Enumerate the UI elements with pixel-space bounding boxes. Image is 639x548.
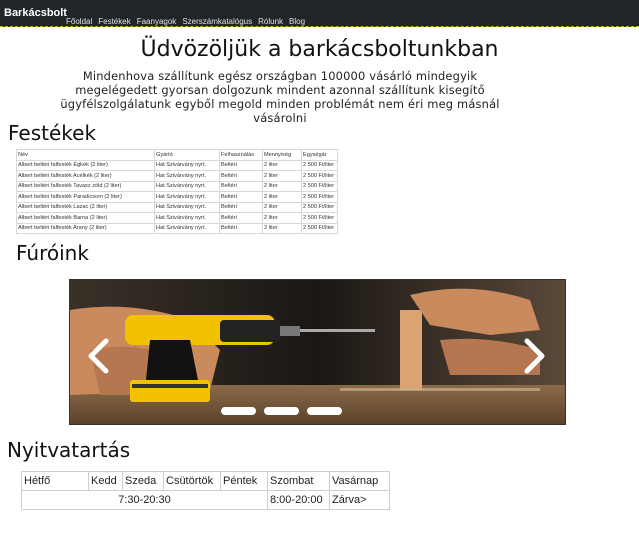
nav-link-rolunk[interactable]: Rólunk [258,17,283,26]
table-cell: Beltéri [219,222,263,234]
table-cell: 2 liter [262,201,302,213]
navbar: Barkácsbolt Főoldal Festékek Faanyagok S… [0,0,639,27]
table-cell: Hat Szivárvány nyrt. [154,191,220,203]
table-cell: 2 liter [262,212,302,224]
table-cell: Beltéri [219,191,263,203]
weekday-hours: 7:30-20:30 [21,490,268,510]
nav-link-fooldal[interactable]: Főoldal [66,17,92,26]
day-header: Vasárnap [329,471,390,491]
table-row: Albert beltéri falfesték Paradicsom (2 l… [16,191,338,203]
chevron-right-icon [524,338,545,374]
nav-link-blog[interactable]: Blog [289,17,305,26]
drill-carousel [69,279,566,425]
table-cell: 2 500 Ft/liter [301,201,338,213]
table-cell: Hat Szivárvány nyrt. [154,222,220,234]
table-cell: Albert beltéri falfesték Arany (2 liter) [16,222,155,234]
carousel-indicator-2[interactable] [264,407,299,415]
table-cell: 2 500 Ft/liter [301,212,338,224]
day-header: Hétfő [21,471,89,491]
day-header: Csütörtök [163,471,221,491]
column-header: Felhasználás [219,149,263,161]
table-row: Albert beltéri falfesték Égkék (2 liter)… [16,159,338,171]
carousel-indicator-1[interactable] [221,407,256,415]
table-cell: 2 liter [262,222,302,234]
table-row: Albert beltéri falfesték Tavasz zöld (2 … [16,180,338,192]
drills-heading: Fúróink [16,241,89,265]
hours-table: Hétfő Kedd Szeda Csütörtök Péntek Szomba… [21,471,390,510]
table-cell: Albert beltéri falfesték Barna (2 liter) [16,212,155,224]
nav-link-faanyagok[interactable]: Faanyagok [137,17,177,26]
paints-heading: Festékek [8,121,97,145]
saturday-hours: 8:00-20:00 [267,490,330,510]
table-cell: Beltéri [219,201,263,213]
table-cell: 2 liter [262,180,302,192]
page-title: Üdvözöljük a barkácsboltunkban [140,37,499,62]
table-cell: Hat Szivárvány nyrt. [154,180,220,192]
table-cell: 2 500 Ft/liter [301,170,338,182]
day-header: Szombat [267,471,330,491]
day-header: Péntek [220,471,268,491]
table-cell: Albert beltéri falfesték Égkék (2 liter) [16,159,155,171]
chevron-left-icon [88,338,109,374]
brand-link[interactable]: Barkácsbolt [4,7,67,19]
column-header: Mennyiség [262,149,302,161]
table-cell: 2 500 Ft/liter [301,180,338,192]
nav-link-festekek[interactable]: Festékek [98,17,130,26]
nav-link-szerszamkatalogus[interactable]: Szerszámkatalógus [182,17,252,26]
carousel-indicator-3[interactable] [307,407,342,415]
day-header: Kedd [88,471,123,491]
table-cell: 2 liter [262,159,302,171]
nav-links: Főoldal Festékek Faanyagok Szerszámkatal… [66,9,305,28]
carousel-prev-button[interactable] [86,338,110,374]
table-cell: Hat Szivárvány nyrt. [154,212,220,224]
table-cell: Beltéri [219,180,263,192]
table-row: Albert beltéri falfesték Arany (2 liter)… [16,222,338,234]
table-header-row: Név Gyártó Felhasználás Mennyiség Egység… [16,149,338,161]
column-header: Egységár [301,149,338,161]
carousel-indicators [221,407,342,415]
day-header: Szeda [122,471,164,491]
paints-table: Név Gyártó Felhasználás Mennyiség Egység… [16,149,338,234]
table-cell: 2 liter [262,191,302,203]
hours-heading: Nyitvatartás [7,438,131,462]
table-cell: Albert beltéri falfesték Acélkék (2 lite… [16,170,155,182]
table-cell: Hat Szivárvány nyrt. [154,201,220,213]
carousel-next-button[interactable] [523,338,547,374]
hours-times-row: 7:30-20:30 8:00-20:00 Zárva> [21,490,390,510]
table-cell: Albert beltéri falfesték Lazac (2 liter) [16,201,155,213]
carousel-slide-image [70,280,565,424]
column-header: Gyártó [154,149,220,161]
table-cell: Hat Szivárvány nyrt. [154,159,220,171]
table-cell: 2 500 Ft/liter [301,222,338,234]
table-cell: Beltéri [219,159,263,171]
hours-days-row: Hétfő Kedd Szeda Csütörtök Péntek Szomba… [21,471,390,491]
table-row: Albert beltéri falfesték Acélkék (2 lite… [16,170,338,182]
table-cell: Albert beltéri falfesték Tavasz zöld (2 … [16,180,155,192]
table-cell: 2 500 Ft/liter [301,159,338,171]
column-header: Név [16,149,155,161]
table-cell: 2 liter [262,170,302,182]
table-cell: Beltéri [219,170,263,182]
table-row: Albert beltéri falfesték Barna (2 liter)… [16,212,338,224]
sunday-hours: Zárva> [329,490,390,510]
table-cell: Beltéri [219,212,263,224]
table-cell: 2 500 Ft/liter [301,191,338,203]
table-cell: Hat Szivárvány nyrt. [154,170,220,182]
intro-text: Mindenhova szállítunk egész országban 10… [60,69,500,125]
table-cell: Albert beltéri falfesték Paradicsom (2 l… [16,191,155,203]
table-row: Albert beltéri falfesték Lazac (2 liter)… [16,201,338,213]
